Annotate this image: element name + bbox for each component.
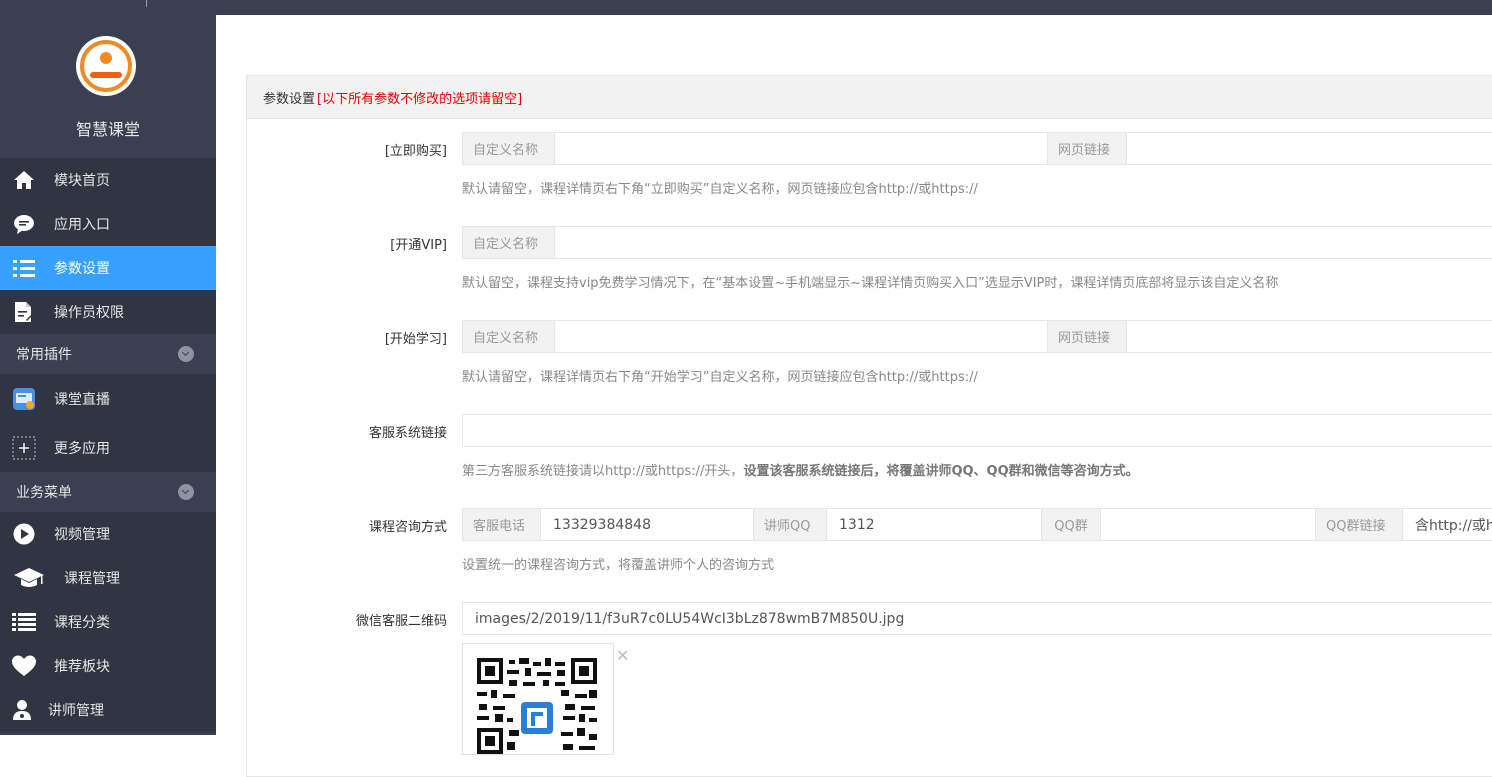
field-hint: 第三方客服系统链接请以http://或https://开头，设置该客服系统链接后… <box>462 460 1139 479</box>
qr-code-image <box>477 658 597 754</box>
brand-name: 智慧课堂 <box>75 120 140 139</box>
buy-now-name-input[interactable] <box>555 133 1047 164</box>
play-icon <box>12 522 36 546</box>
group-label: 常用插件 <box>16 347 72 363</box>
link-addon: 网页链接 <box>1047 133 1127 164</box>
top-bar-divider <box>146 0 147 7</box>
sidebar-item-label: 视频管理 <box>54 527 110 543</box>
qq-group-addon: QQ群 <box>1041 509 1101 540</box>
qr-preview <box>462 643 614 755</box>
sidebar-item-params[interactable]: 参数设置 <box>0 246 216 290</box>
phone-input[interactable]: 13329384848 <box>541 509 753 540</box>
group-label: 业务菜单 <box>16 485 72 501</box>
list-detail-icon <box>12 610 36 634</box>
sidebar-item-recommend-block[interactable]: 推荐板块 <box>0 644 216 688</box>
document-edit-icon <box>12 300 36 324</box>
field-label: 微信客服二维码 <box>355 614 447 629</box>
group-common-plugins[interactable]: 常用插件 <box>0 334 216 374</box>
panel-header: 参数设置 [以下所有参数不修改的选项请留空] <box>247 76 1492 119</box>
chevron-down-icon[interactable] <box>178 346 194 362</box>
chevron-down-icon[interactable] <box>178 484 194 500</box>
sidebar: 智慧课堂 模块首页 应用入口 参数设置 操作员权限 常用插件 课堂直播 更多应用… <box>0 15 216 735</box>
sidebar-item-label: 应用入口 <box>54 217 110 233</box>
wechat-qr-path-input[interactable]: images/2/2019/11/f3uR7c0LU54WcI3bLz878wm… <box>463 603 1492 634</box>
sidebar-item-label: 课堂直播 <box>54 391 110 408</box>
live-broadcast-icon <box>12 387 36 411</box>
list-icon <box>12 256 36 280</box>
sidebar-item-teacher-management[interactable]: 讲师管理 <box>0 688 216 732</box>
open-vip-name-input[interactable] <box>555 227 1492 258</box>
open-vip-input-group: 自定义名称 <box>462 226 1492 259</box>
field-label: [立即购买] <box>384 144 447 159</box>
field-label: [开始学习] <box>384 332 447 347</box>
field-hint: 默认请留空，课程详情页右下角“开始学习”自定义名称，网页链接应包含http://… <box>462 370 978 385</box>
settings-panel: 参数设置 [以下所有参数不修改的选项请留空] [立即购买] 自定义名称 网页链接… <box>246 75 1492 777</box>
hint-plain: 第三方客服系统链接请以http://或https://开头， <box>462 464 744 479</box>
service-link-input-group <box>462 414 1492 447</box>
sidebar-item-label: 参数设置 <box>54 261 110 277</box>
sidebar-item-label: 更多应用 <box>54 440 110 457</box>
sidebar-item-operator-permissions[interactable]: 操作员权限 <box>0 290 216 334</box>
field-label: [开通VIP] <box>390 238 447 253</box>
link-addon: 网页链接 <box>1047 321 1127 352</box>
sidebar-item-label: 课程分类 <box>54 615 110 631</box>
plus-icon <box>12 436 36 460</box>
sidebar-item-video-management[interactable]: 视频管理 <box>0 512 216 556</box>
sidebar-item-course-category[interactable]: 课程分类 <box>0 600 216 644</box>
hint-bold: 设置该客服系统链接后，将覆盖讲师QQ、QQ群和微信等咨询方式。 <box>743 464 1139 479</box>
name-addon: 自定义名称 <box>463 133 555 164</box>
panel-title: 参数设置 <box>263 91 316 107</box>
sidebar-item-app-entry[interactable]: 应用入口 <box>0 202 216 246</box>
sidebar-item-course-management[interactable]: 课程管理 <box>0 556 216 600</box>
field-label: 课程咨询方式 <box>368 520 447 535</box>
top-bar <box>0 0 1492 15</box>
field-hint: 设置统一的课程咨询方式，将覆盖讲师个人的咨询方式 <box>462 558 775 573</box>
panel-note: [以下所有参数不修改的选项请留空] <box>317 91 523 107</box>
qq-group-link-addon: QQ群链接 <box>1315 509 1403 540</box>
home-icon <box>12 168 36 192</box>
qq-input[interactable]: 1312 <box>827 509 1041 540</box>
name-addon: 自定义名称 <box>463 227 555 258</box>
service-link-input[interactable] <box>463 415 1492 446</box>
graduation-cap-icon <box>12 566 46 590</box>
sidebar-item-home[interactable]: 模块首页 <box>0 158 216 202</box>
qq-addon: 讲师QQ <box>753 509 827 540</box>
phone-addon: 客服电话 <box>463 509 541 540</box>
chat-icon <box>12 212 36 236</box>
brand-area: 智慧课堂 <box>0 15 216 158</box>
start-learn-name-input[interactable] <box>555 321 1047 352</box>
sidebar-item-more-apps[interactable]: 更多应用 <box>0 423 216 472</box>
sidebar-item-label: 模块首页 <box>54 173 110 189</box>
field-hint: 默认留空，课程支持vip免费学习情况下，在“基本设置~手机端显示~课程详情页购买… <box>462 276 1279 291</box>
heart-icon <box>12 654 36 678</box>
qq-group-link-input[interactable]: 含http://或h <box>1403 509 1492 540</box>
buy-now-link-input[interactable] <box>1127 133 1492 164</box>
start-learn-link-input[interactable] <box>1127 321 1492 352</box>
qq-group-input[interactable] <box>1101 509 1315 540</box>
field-hint: 默认请留空，课程详情页右下角“立即购买”自定义名称，网页链接应包含http://… <box>462 182 978 197</box>
buy-now-input-group: 自定义名称 网页链接 <box>462 132 1492 165</box>
group-business-menu[interactable]: 业务菜单 <box>0 472 216 512</box>
start-learn-input-group: 自定义名称 网页链接 <box>462 320 1492 353</box>
sidebar-item-label: 推荐板块 <box>54 659 110 675</box>
wechat-qr-input-group: images/2/2019/11/f3uR7c0LU54WcI3bLz878wm… <box>462 602 1492 635</box>
sidebar-item-live-class[interactable]: 课堂直播 <box>0 374 216 423</box>
remove-qr-close-icon[interactable]: ✕ <box>616 646 629 665</box>
field-label: 客服系统链接 <box>368 426 447 441</box>
sidebar-item-label: 讲师管理 <box>48 703 104 719</box>
sidebar-item-label: 操作员权限 <box>54 305 124 321</box>
sidebar-item-label: 课程管理 <box>64 571 120 587</box>
consult-input-group: 客服电话 13329384848 讲师QQ 1312 QQ群 QQ群链接 含ht… <box>462 508 1492 541</box>
name-addon: 自定义名称 <box>463 321 555 352</box>
teacher-icon <box>12 698 32 722</box>
brand-logo-icon <box>76 36 136 96</box>
